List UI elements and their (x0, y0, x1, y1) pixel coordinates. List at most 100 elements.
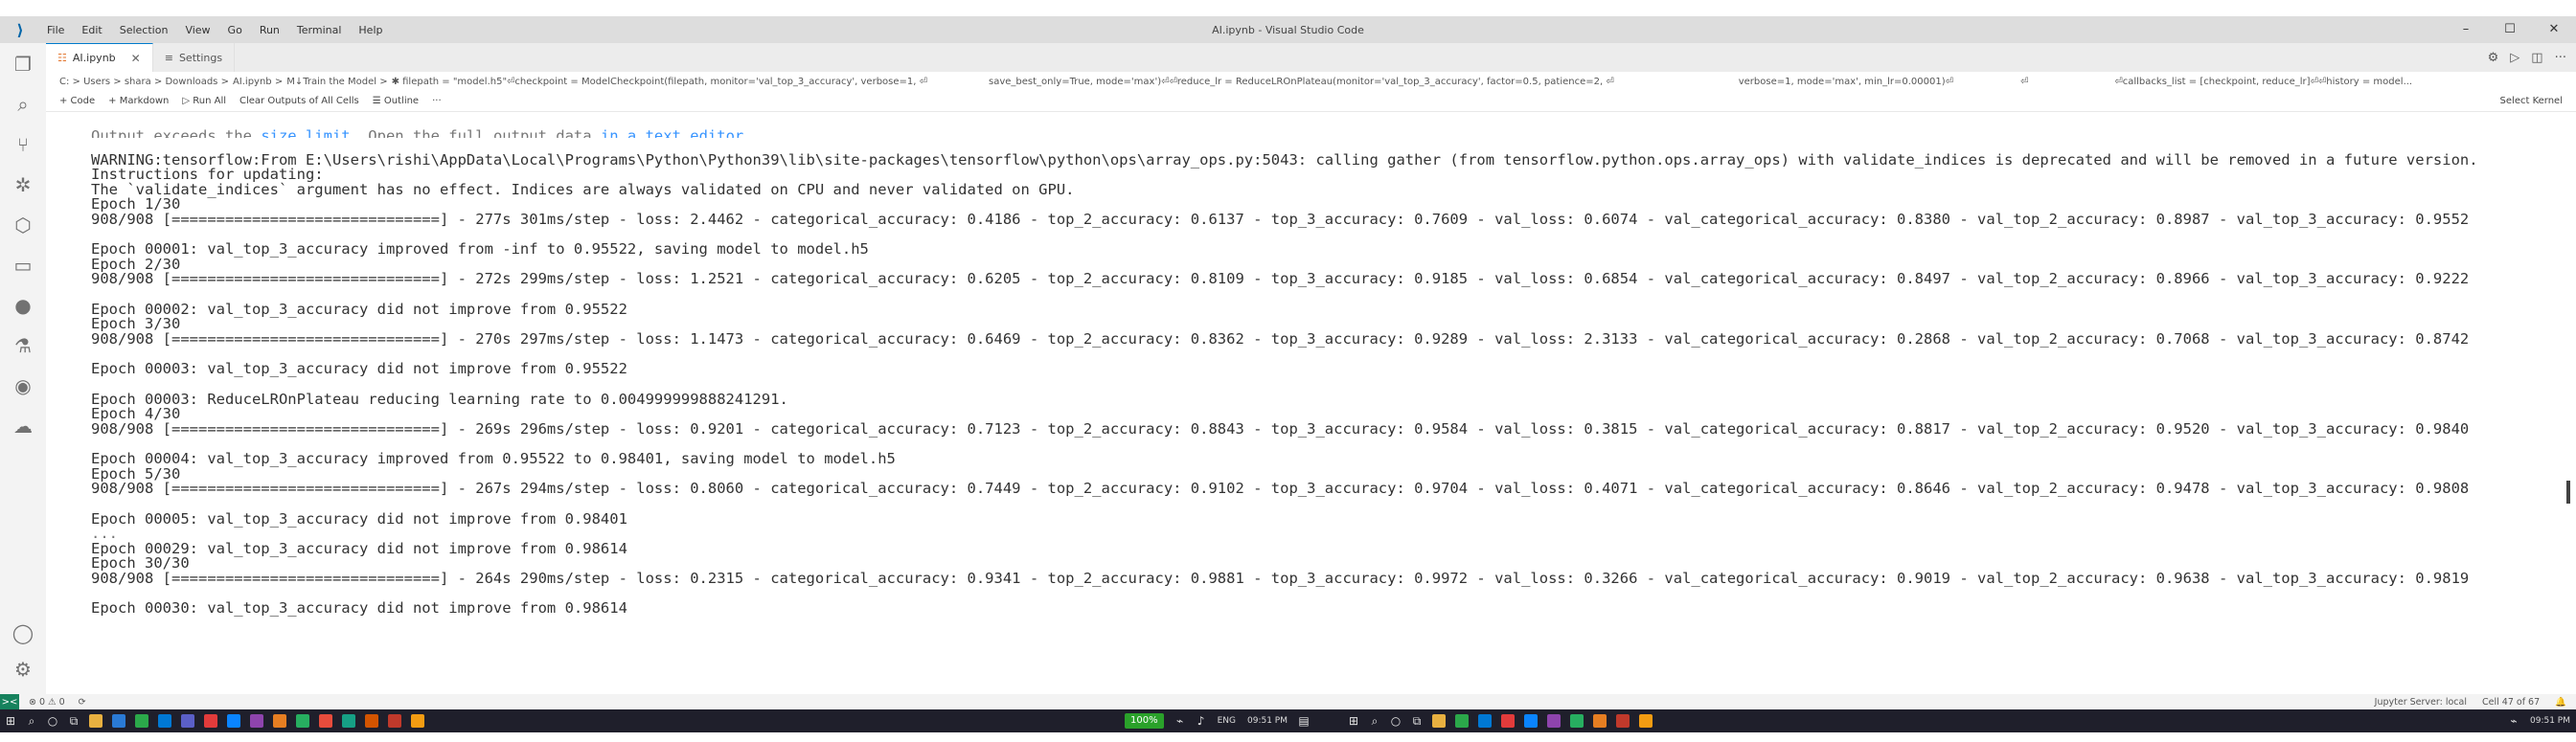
output-line: 908/908 [==============================]… (91, 329, 2470, 348)
cortana-icon[interactable]: ○ (1385, 712, 1406, 730)
run-icon[interactable]: ▷ (2510, 51, 2519, 65)
task-view-icon[interactable]: ⧉ (63, 712, 84, 730)
file-explorer-icon[interactable] (89, 714, 103, 728)
taskbar-app-icon[interactable] (181, 714, 194, 728)
chat-icon[interactable]: ● (0, 288, 46, 323)
close-window-button[interactable]: ✕ (2532, 16, 2576, 43)
settings-icon: ≡ (164, 51, 173, 64)
breadcrumb-section[interactable]: M↓Train the Model > (286, 77, 387, 87)
chrome-icon[interactable] (1570, 714, 1584, 728)
menu-terminal[interactable]: Terminal (288, 24, 351, 36)
task-view-icon[interactable]: ⧉ (1406, 712, 1427, 730)
source-control-icon[interactable]: ⑂ (0, 127, 46, 162)
debug-icon[interactable]: ⚙ (2488, 51, 2499, 65)
output-line: 908/908 [==============================]… (91, 480, 2470, 497)
output-line: 908/908 [==============================]… (91, 210, 2470, 228)
input-language[interactable]: ENG (1218, 716, 1236, 726)
gear-icon[interactable]: ⚙ (0, 652, 46, 686)
taskbar-app-icon[interactable] (135, 714, 148, 728)
run-debug-icon[interactable]: ✲ (0, 168, 46, 202)
remote-indicator[interactable]: >< (0, 694, 19, 709)
vscode-taskbar-icon[interactable] (227, 714, 240, 728)
taskbar-app-icon[interactable] (273, 714, 286, 728)
menu-go[interactable]: Go (219, 24, 251, 36)
minimize-button[interactable]: – (2444, 16, 2488, 43)
more-actions-icon[interactable]: ··· (2555, 51, 2566, 65)
taskbar-app-icon[interactable] (1501, 714, 1515, 728)
output-line: 908/908 [==============================]… (91, 419, 2470, 438)
cell-position[interactable]: Cell 47 of 67 (2482, 697, 2540, 708)
taskbar-app-icon[interactable] (1593, 714, 1607, 728)
jupyter-server-status[interactable]: Jupyter Server: local (2375, 697, 2467, 708)
github-icon[interactable]: ◉ (0, 369, 46, 403)
breadcrumb-path[interactable]: C: > Users > shara > Downloads > (59, 77, 229, 87)
chrome-icon[interactable] (296, 714, 309, 728)
account-icon[interactable]: ◯ (0, 616, 46, 650)
battery-indicator[interactable]: 100% (1125, 713, 1164, 729)
size-limit-link[interactable]: size limit (261, 129, 350, 138)
docker-icon[interactable]: ☁ (0, 409, 46, 443)
windows-start-icon[interactable]: ⊞ (1343, 712, 1364, 730)
explorer-icon[interactable]: ❐ (0, 47, 46, 81)
maximize-button[interactable]: ☐ (2488, 16, 2532, 43)
taskbar-app-icon[interactable] (342, 714, 355, 728)
menu-view[interactable]: View (176, 24, 218, 36)
sync-icon[interactable]: ⟳ (79, 697, 86, 708)
vscode-taskbar-icon[interactable] (1524, 714, 1538, 728)
clock[interactable]: 09:51 PM (1247, 716, 1288, 726)
breadcrumb-cell[interactable]: ✱ filepath = "model.h5"⏎checkpoint = Mod… (392, 77, 927, 87)
file-explorer-icon[interactable] (1432, 714, 1446, 728)
output-line: Epoch 00002: val_top_3_accuracy did not … (91, 300, 627, 318)
search-icon[interactable]: ⌕ (0, 87, 46, 122)
scrollbar-thumb[interactable] (2566, 481, 2570, 504)
taskbar-app-icon[interactable] (1639, 714, 1653, 728)
split-editor-icon[interactable]: ◫ (2531, 51, 2542, 65)
close-icon[interactable]: ✕ (131, 52, 141, 65)
bell-icon[interactable]: 🔔 (2555, 697, 2566, 708)
taskbar-app-icon[interactable] (365, 714, 378, 728)
taskbar-app-icon[interactable] (112, 714, 125, 728)
menu-run[interactable]: Run (251, 24, 288, 36)
tab-ai-ipynb[interactable]: ☷ AI.ipynb ✕ (46, 43, 153, 72)
extensions-icon[interactable]: ⬡ (0, 208, 46, 242)
network-icon[interactable]: ⌁ (2503, 712, 2524, 730)
menu-selection[interactable]: Selection (111, 24, 177, 36)
taskbar-app-icon[interactable] (1455, 714, 1469, 728)
volume-icon[interactable]: ♪ (1191, 712, 1212, 730)
taskbar-app-icon[interactable] (411, 714, 424, 728)
taskbar-app-icon[interactable] (250, 714, 263, 728)
clock[interactable]: 09:51 PM (2530, 716, 2570, 726)
output-line: WARNING:tensorflow:From E:\Users\rishi\A… (91, 150, 2478, 169)
cortana-icon[interactable]: ○ (42, 712, 63, 730)
taskbar-search-icon[interactable]: ⌕ (21, 712, 42, 730)
output-line: Epoch 00005: val_top_3_accuracy did not … (91, 509, 627, 528)
menu-edit[interactable]: Edit (73, 24, 110, 36)
notice-text: . Open the full output data (350, 129, 601, 138)
tab-settings[interactable]: ≡ Settings (153, 43, 236, 72)
taskbar-app-icon[interactable] (1616, 714, 1630, 728)
taskbar-app-icon[interactable] (1547, 714, 1561, 728)
breadcrumb-file[interactable]: AI.ipynb > (233, 77, 283, 87)
network-icon[interactable]: ⌁ (1170, 712, 1191, 730)
tab-label: AI.ipynb (72, 52, 116, 64)
editor-actions: ⚙ ▷ ◫ ··· (2488, 43, 2566, 72)
menu-file[interactable]: File (38, 24, 73, 36)
taskbar-search-icon[interactable]: ⌕ (1364, 712, 1385, 730)
taskbar-app-icon[interactable] (388, 714, 401, 728)
menu-help[interactable]: Help (350, 24, 391, 36)
testing-icon[interactable]: ⚗ (0, 328, 46, 363)
remote-explorer-icon[interactable]: ▭ (0, 248, 46, 282)
tab-label: Settings (178, 51, 223, 64)
problems-indicator[interactable]: ⊗ 0 ⚠ 0 (29, 697, 65, 708)
notification-icon[interactable]: ▤ (1293, 712, 1314, 730)
breadcrumb-code-fragment: save_best_only=True, mode='max')⏎⏎reduce… (989, 76, 1614, 87)
windows-start-icon[interactable]: ⊞ (0, 712, 21, 730)
open-in-editor-link[interactable]: in a text editor (601, 129, 743, 138)
add-code-cell-button[interactable]: + Code (59, 96, 95, 106)
taskbar-app-icon[interactable] (204, 714, 217, 728)
taskbar-app-icon[interactable] (1478, 714, 1492, 728)
windows-taskbar: ⊞ ⌕ ○ ⧉ 100% ⌁ ♪ ENG 09:51 PM ▤ ⊞ ⌕ ○ ⧉ … (0, 709, 2576, 732)
taskbar-app-icon[interactable] (158, 714, 171, 728)
status-bar: >< ⊗ 0 ⚠ 0 ⟳ Jupyter Server: local Cell … (0, 694, 2576, 709)
taskbar-app-icon[interactable] (319, 714, 332, 728)
